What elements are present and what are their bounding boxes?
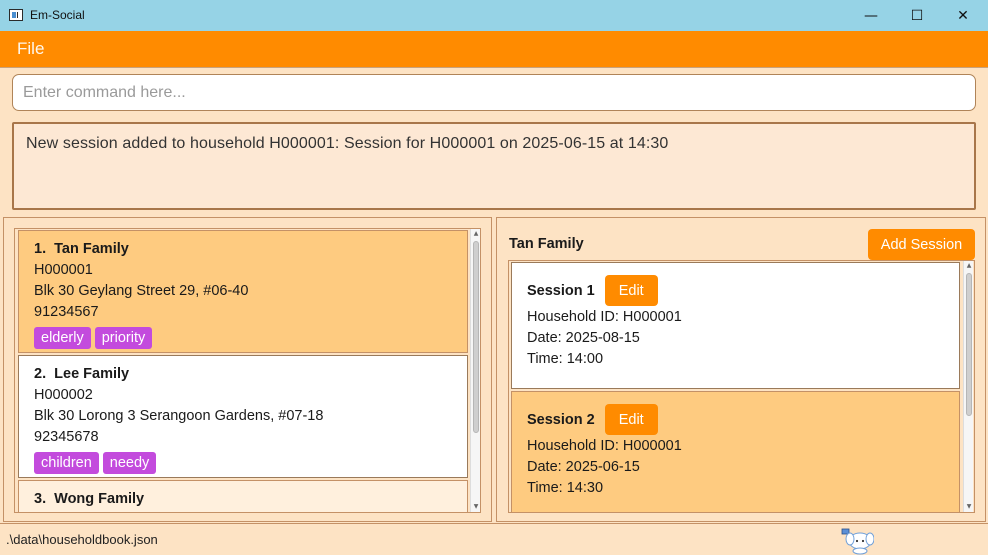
tag-badge: priority — [94, 327, 153, 349]
minimize-icon: — — [864, 7, 878, 24]
household-card-2[interactable]: 2. Lee Family H000002 Blk 30 Lorong 3 Se… — [18, 355, 468, 478]
close-button[interactable]: ✕ — [940, 0, 986, 31]
scroll-up-icon[interactable]: ▲ — [964, 261, 974, 271]
session-card-1[interactable]: Session 1 Edit Household ID: H000001 Dat… — [511, 262, 960, 389]
window-titlebar: Em-Social — ☐ ✕ — [0, 0, 988, 31]
scroll-down-icon[interactable]: ▼ — [471, 502, 480, 512]
household-address: Blk 30 Lorong 3 Serangoon Gardens, #07-1… — [34, 408, 324, 424]
command-input[interactable] — [12, 74, 976, 111]
household-tags: children needy — [34, 452, 467, 474]
status-bar: .\data\householdbook.json — [0, 523, 988, 555]
detail-title: Tan Family — [509, 236, 584, 252]
session-household-id: Household ID: H000001 — [527, 438, 682, 454]
household-list-panel: 1. Tan Family H000001 Blk 30 Geylang Str… — [3, 217, 492, 522]
session-date: Date: 2025-08-15 — [527, 330, 640, 346]
session-time: Time: 14:00 — [527, 351, 604, 367]
session-label: Session 2 — [527, 411, 595, 428]
session-card-2[interactable]: Session 2 Edit Household ID: H000001 Dat… — [511, 391, 960, 512]
household-phone: 92345678 — [34, 429, 99, 445]
menu-file[interactable]: File — [17, 39, 44, 59]
scroll-thumb[interactable] — [966, 273, 972, 416]
add-session-button[interactable]: Add Session — [868, 229, 975, 260]
household-id: H000002 — [34, 387, 93, 403]
household-name: 2. Lee Family — [34, 366, 130, 382]
scroll-down-icon[interactable]: ▼ — [964, 502, 974, 512]
session-list-scrollbar[interactable]: ▲ ▼ — [963, 261, 973, 512]
edit-session-button[interactable]: Edit — [604, 275, 658, 306]
session-list: Session 1 Edit Household ID: H000001 Dat… — [508, 260, 975, 513]
household-id: H000001 — [34, 262, 93, 278]
close-icon: ✕ — [957, 7, 969, 24]
minimize-button[interactable]: — — [848, 0, 894, 31]
maximize-button[interactable]: ☐ — [894, 0, 940, 31]
household-list: 1. Tan Family H000001 Blk 30 Geylang Str… — [14, 228, 481, 513]
data-file-path: .\data\householdbook.json — [6, 532, 158, 547]
household-phone: 91234567 — [34, 304, 99, 320]
app-window-icon — [9, 9, 23, 21]
tag-badge: needy — [102, 452, 157, 474]
tag-badge: elderly — [34, 327, 91, 349]
command-box — [0, 67, 988, 117]
session-household-id: Household ID: H000001 — [527, 309, 682, 325]
household-list-scrollbar[interactable]: ▲ ▼ — [470, 229, 480, 512]
menu-bar: File — [0, 31, 988, 67]
scroll-thumb[interactable] — [473, 241, 479, 433]
tag-badge: children — [34, 452, 99, 474]
household-name: 1. Tan Family — [34, 241, 129, 257]
session-date: Date: 2025-06-15 — [527, 459, 640, 475]
maximize-icon: ☐ — [910, 7, 924, 24]
session-time: Time: 14:30 — [527, 480, 604, 496]
household-address: Blk 30 Geylang Street 29, #06-40 — [34, 283, 249, 299]
household-tags: elderly priority — [34, 327, 467, 349]
edit-session-button[interactable]: Edit — [604, 404, 658, 435]
result-display: New session added to household H000001: … — [12, 122, 976, 210]
scroll-up-icon[interactable]: ▲ — [471, 229, 480, 239]
result-message: New session added to household H000001: … — [26, 135, 669, 152]
household-name: 3. Wong Family — [34, 491, 145, 507]
window-title: Em-Social — [30, 8, 85, 22]
household-detail-panel: Tan Family Add Session Session 1 Edit Ho… — [496, 217, 986, 522]
household-card-3[interactable]: 3. Wong Family — [18, 480, 468, 512]
household-card-1[interactable]: 1. Tan Family H000001 Blk 30 Geylang Str… — [18, 230, 468, 353]
mascot-icon — [841, 528, 874, 555]
session-label: Session 1 — [527, 282, 595, 299]
